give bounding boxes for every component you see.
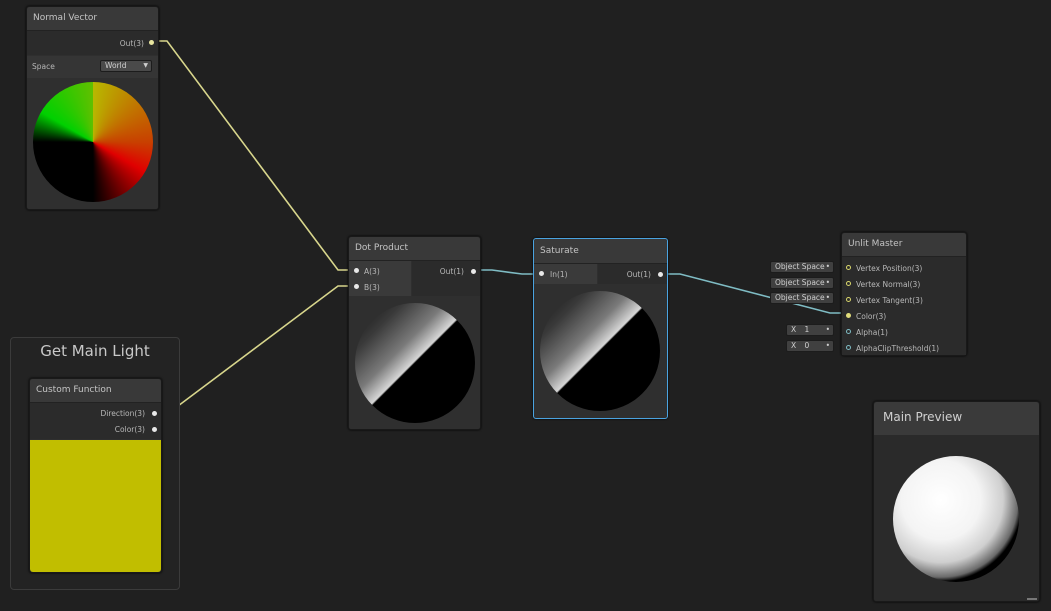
output-area: Out(3): [27, 31, 158, 55]
output-area: Direction(3) Color(3): [30, 403, 161, 439]
group-title[interactable]: Get Main Light: [11, 342, 179, 360]
node-title[interactable]: Normal Vector: [27, 7, 158, 31]
color-output-label: Color(3): [114, 425, 145, 434]
output-port[interactable]: [471, 269, 476, 274]
input-area: In(1): [534, 264, 597, 284]
input-a-port[interactable]: [354, 268, 359, 273]
alpha-clip-label: AlphaClipThreshold(1): [856, 344, 940, 353]
output-label: Out(1): [626, 270, 651, 279]
normal-preview-sphere: [33, 82, 153, 202]
normal-vector-node[interactable]: Normal Vector Out(3) Space World ▼: [26, 6, 159, 210]
vertex-position-port[interactable]: [846, 265, 851, 270]
saturate-preview-sphere: [540, 291, 660, 411]
alpha-port[interactable]: [846, 329, 851, 334]
node-title[interactable]: Saturate: [534, 239, 667, 264]
vertex-tangent-port[interactable]: [846, 297, 851, 302]
input-area: Vertex Position(3) Vertex Normal(3) Vert…: [842, 257, 966, 355]
node-title[interactable]: Custom Function: [30, 379, 161, 403]
unlit-master-node[interactable]: Unlit Master Vertex Position(3) Vertex N…: [841, 232, 967, 356]
custom-function-preview: [30, 440, 161, 572]
direction-output-label: Direction(3): [100, 409, 145, 418]
node-title[interactable]: Unlit Master: [842, 233, 966, 257]
input-label: In(1): [550, 270, 568, 279]
alpha-clip-port[interactable]: [846, 345, 851, 350]
space-control: Space World ▼: [27, 56, 158, 78]
input-area: A(3) B(3): [349, 261, 411, 296]
color-output-port[interactable]: [152, 427, 157, 432]
output-port[interactable]: [658, 272, 663, 277]
alpha-value-field[interactable]: X 1 •: [786, 324, 834, 336]
output-label: Out(1): [439, 267, 464, 276]
space-dropdown[interactable]: World ▼: [100, 60, 152, 72]
resize-handle-icon[interactable]: [1027, 598, 1037, 600]
input-port[interactable]: [539, 271, 544, 276]
wire-direction-to-b: [160, 285, 349, 413]
output-area: Out(1): [412, 261, 480, 296]
custom-function-node[interactable]: Custom Function Direction(3) Color(3): [29, 378, 162, 573]
main-preview-sphere[interactable]: [893, 456, 1019, 582]
vertex-normal-space-field[interactable]: Object Space •: [770, 277, 834, 289]
x-label: X: [791, 341, 797, 350]
wire-normal-to-a: [157, 40, 349, 271]
x-label: X: [791, 325, 797, 334]
vertex-normal-label: Vertex Normal(3): [856, 280, 921, 289]
field-dot-icon: •: [825, 262, 830, 271]
alpha-value: 1: [804, 325, 810, 334]
output-label: Out(3): [119, 39, 144, 48]
saturate-node[interactable]: Saturate In(1) Out(1): [533, 238, 668, 419]
field-dot-icon: •: [825, 341, 830, 350]
output-area: Out(1): [598, 264, 667, 284]
direction-output-port[interactable]: [152, 411, 157, 416]
alpha-clip-value: 0: [804, 341, 810, 350]
input-b-port[interactable]: [354, 284, 359, 289]
alpha-clip-value-field[interactable]: X 0 •: [786, 340, 834, 352]
vertex-normal-port[interactable]: [846, 281, 851, 286]
space-value: World: [105, 61, 127, 70]
vertex-position-space-field[interactable]: Object Space •: [770, 261, 834, 273]
alpha-label: Alpha(1): [856, 328, 888, 337]
dropdown-arrow-icon: ▼: [143, 62, 148, 69]
vertex-position-label: Vertex Position(3): [856, 264, 923, 273]
node-title[interactable]: Dot Product: [349, 237, 480, 261]
input-a-label: A(3): [364, 267, 380, 276]
main-preview-title[interactable]: Main Preview: [874, 402, 1039, 435]
field-dot-icon: •: [825, 325, 830, 334]
color-port[interactable]: [846, 313, 851, 318]
main-preview-panel[interactable]: Main Preview: [873, 401, 1040, 602]
vertex-tangent-space-field[interactable]: Object Space •: [770, 292, 834, 304]
vertex-tangent-label: Vertex Tangent(3): [856, 296, 923, 305]
dot-product-node[interactable]: Dot Product A(3) B(3) Out(1): [348, 236, 481, 430]
field-dot-icon: •: [825, 293, 830, 302]
color-label: Color(3): [856, 312, 887, 321]
space-label: Space: [32, 62, 55, 71]
wire-dot-to-saturate: [479, 269, 535, 275]
input-b-label: B(3): [364, 283, 380, 292]
dot-product-preview-sphere: [355, 303, 475, 423]
output-port[interactable]: [149, 40, 154, 45]
field-dot-icon: •: [825, 278, 830, 287]
